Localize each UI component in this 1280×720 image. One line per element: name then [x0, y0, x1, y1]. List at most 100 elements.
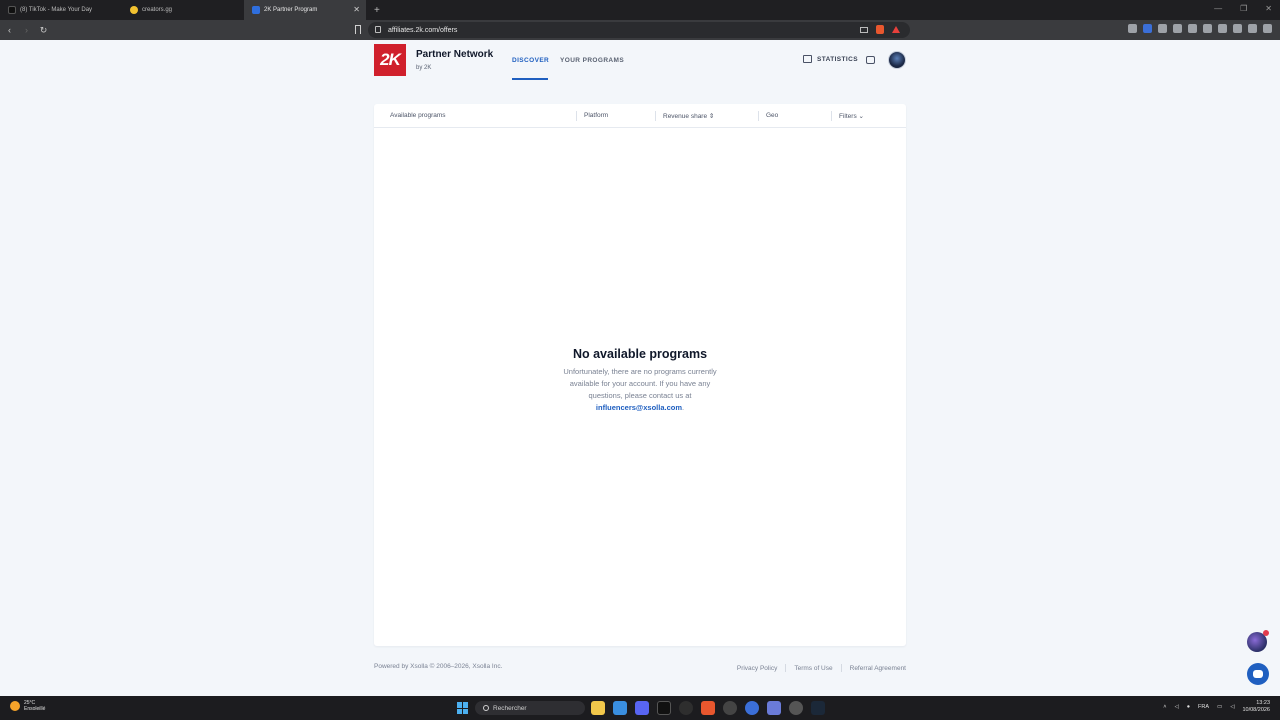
programs-card: Available programs Platform Revenue shar…	[374, 104, 906, 646]
tab-your-programs[interactable]: YOUR PROGRAMS	[560, 57, 624, 64]
brand-title: Partner Network	[416, 49, 494, 60]
app-icon[interactable]	[767, 701, 781, 715]
brave-icon[interactable]	[701, 701, 715, 715]
app-icon[interactable]	[613, 701, 627, 715]
table-header: Available programs Platform Revenue shar…	[374, 104, 906, 128]
clock-date: 10/08/2026	[1242, 707, 1270, 713]
terms-of-use-link[interactable]: Terms of Use	[794, 665, 832, 672]
empty-state-text: Unfortunately, there are no programs cur…	[560, 366, 720, 414]
steam-icon[interactable]	[811, 701, 825, 715]
statistics-link[interactable]: STATISTICS	[803, 55, 858, 63]
tab-discover[interactable]: DISCOVER	[512, 57, 549, 64]
minimize-icon[interactable]: —	[1214, 4, 1222, 13]
tiktok-icon[interactable]	[657, 701, 671, 715]
back-icon[interactable]: ‹	[2, 25, 17, 35]
avatar[interactable]	[888, 51, 906, 69]
browser-tab-bar: (8) TikTok - Make Your Day creators.gg 2…	[0, 0, 1280, 20]
discord-icon[interactable]	[635, 701, 649, 715]
site-info-icon[interactable]	[375, 26, 381, 33]
footer-divider	[840, 664, 842, 672]
statistics-label: STATISTICS	[817, 55, 858, 63]
browser-icon[interactable]	[745, 701, 759, 715]
brave-shield-icon[interactable]	[876, 25, 884, 34]
url-text: affiliates.2k.com/offers	[388, 26, 458, 34]
tab-label: 2K Partner Program	[264, 7, 318, 13]
brand-subtitle: by 2K	[416, 65, 432, 71]
tab-label: creators.gg	[142, 7, 173, 13]
extensions-bar	[1128, 24, 1272, 33]
cast-icon[interactable]	[860, 26, 868, 33]
window-controls: — ❐ ✕	[1214, 4, 1272, 13]
windows-start-icon[interactable]	[457, 702, 469, 714]
address-bar-actions	[860, 25, 900, 34]
close-window-icon[interactable]: ✕	[1265, 4, 1272, 13]
clock-time: 13:23	[1256, 700, 1270, 706]
extension-icon[interactable]	[1143, 24, 1152, 33]
windows-taskbar: 25°C Ensoleillé Rechercher ˄ ◁ ● FRA ▭ ◁…	[0, 696, 1280, 720]
puzzle-icon[interactable]	[1173, 24, 1182, 33]
sidebar-icon[interactable]	[1203, 24, 1212, 33]
column-divider	[576, 111, 577, 121]
new-tab-button[interactable]: +	[374, 5, 380, 16]
footer-divider	[785, 664, 787, 672]
reload-icon[interactable]: ↻	[36, 25, 51, 36]
column-divider	[831, 111, 832, 121]
privacy-policy-link[interactable]: Privacy Policy	[737, 665, 777, 672]
brave-rewards-icon[interactable]	[892, 26, 900, 33]
page: 2K Partner Network by 2K DISCOVER YOUR P…	[0, 40, 1280, 696]
empty-state-period: .	[682, 403, 685, 412]
2k-logo[interactable]: 2K	[374, 44, 406, 76]
column-divider	[655, 111, 656, 121]
extension-icon[interactable]	[1128, 24, 1137, 33]
clock[interactable]: 13:23 10/08/2026	[1242, 700, 1270, 714]
file-explorer-icon[interactable]	[591, 701, 605, 715]
tab-2k-partner-program[interactable]: 2K Partner Program ✕	[244, 0, 366, 20]
system-tray: ˄ ◁ ● FRA ▭ ◁ 13:23 10/08/2026	[1163, 700, 1270, 714]
xbox-icon[interactable]	[679, 701, 693, 715]
tab-label: (8) TikTok - Make Your Day	[20, 7, 93, 13]
volume-icon[interactable]: ◁	[1230, 704, 1234, 710]
vpn-icon[interactable]	[1248, 24, 1257, 33]
tiktok-icon	[8, 6, 16, 14]
footer-copyright: Powered by Xsolla © 2006–2026, Xsolla In…	[374, 663, 503, 670]
maximize-icon[interactable]: ❐	[1240, 4, 1247, 13]
support-email-link[interactable]: influencers@xsolla.com	[596, 403, 682, 412]
wallet-icon[interactable]	[1218, 24, 1227, 33]
sun-icon	[10, 701, 20, 711]
filters-dropdown[interactable]: Filters ⌄	[839, 112, 864, 120]
sparkle-icon[interactable]	[1233, 24, 1242, 33]
column-available-programs: Available programs	[390, 112, 446, 119]
weather-desc: Ensoleillé	[24, 706, 46, 712]
chat-bubble-icon	[1253, 670, 1263, 678]
chrome-icon[interactable]	[723, 701, 737, 715]
wallet-icon[interactable]	[866, 56, 875, 64]
mic-icon[interactable]: ●	[1187, 704, 1190, 710]
creators-icon	[130, 6, 138, 14]
speaker-icon[interactable]: ◁	[1174, 704, 1178, 710]
taskbar-search[interactable]: Rechercher	[475, 701, 585, 715]
column-revenue-share[interactable]: Revenue share ⇕	[663, 112, 714, 120]
chat-button[interactable]	[1247, 663, 1269, 685]
music-icon[interactable]	[1188, 24, 1197, 33]
close-tab-icon[interactable]: ✕	[353, 5, 360, 14]
forward-icon[interactable]: ›	[19, 25, 34, 35]
tab-tiktok[interactable]: (8) TikTok - Make Your Day	[0, 0, 122, 20]
chevron-up-icon[interactable]: ˄	[1163, 704, 1166, 710]
bookmark-icon[interactable]	[355, 25, 361, 34]
empty-state-title: No available programs	[572, 347, 708, 361]
column-divider	[758, 111, 759, 121]
column-platform[interactable]: Platform	[584, 112, 608, 119]
app-icon[interactable]	[789, 701, 803, 715]
extension-icon[interactable]	[1158, 24, 1167, 33]
referral-agreement-link[interactable]: Referral Agreement	[850, 665, 906, 672]
menu-icon[interactable]	[1263, 24, 1272, 33]
network-icon[interactable]: ▭	[1217, 704, 1222, 710]
weather-widget[interactable]: 25°C Ensoleillé	[10, 700, 45, 712]
search-label: Rechercher	[493, 704, 527, 712]
chart-icon	[803, 55, 812, 63]
address-bar[interactable]: affiliates.2k.com/offers	[368, 22, 910, 38]
column-geo[interactable]: Geo	[766, 112, 778, 119]
language-indicator[interactable]: FRA	[1198, 704, 1209, 710]
tab-creators[interactable]: creators.gg	[122, 0, 244, 20]
2k-icon	[252, 6, 260, 14]
